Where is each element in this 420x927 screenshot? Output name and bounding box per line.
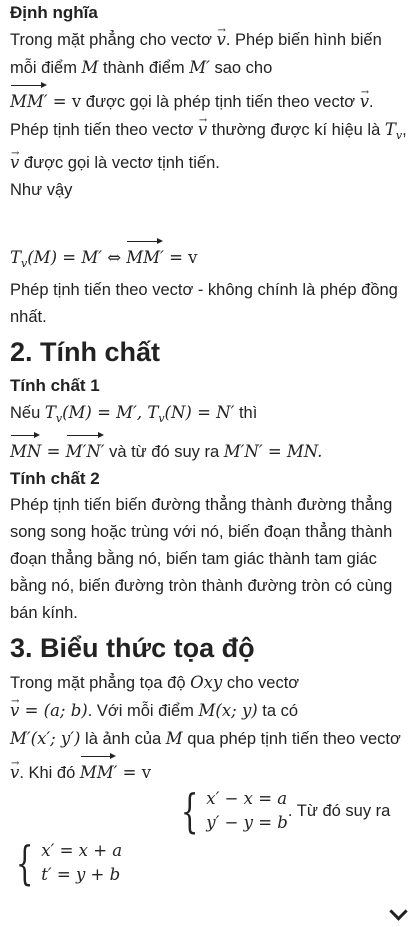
vector-v: → v: [10, 696, 20, 720]
definition-paragraph-2: Phép tịnh tiến theo vectơ → v thường được…: [10, 115, 410, 177]
property-1-heading: Tính chất 1: [10, 376, 100, 395]
vector-MprimeNprime: M′N′: [66, 432, 105, 465]
definition-paragraph-1: Trong mặt phẳng cho vectơ → v. Phép biến …: [10, 25, 410, 116]
vector-v: → v: [10, 148, 20, 172]
property-1-text: Nếu Tv(M) = M′, Tv(N) = N′ thì MN = M′N′…: [10, 399, 410, 466]
translation-formula: Tv(M) = M′ ⇔ MM′ = v: [10, 238, 410, 277]
vector-MMprime: MM′: [10, 82, 48, 115]
property-2-heading: Tính chất 2: [10, 469, 100, 488]
definition-heading: Định nghĩa: [10, 3, 98, 22]
translation-symbol: Tv: [384, 120, 403, 142]
vector-v: → v: [216, 25, 226, 49]
section-2-title: 2. Tính chất: [10, 337, 161, 367]
property-2-text: Phép tịnh tiến biến đường thẳng thành đư…: [10, 496, 393, 622]
vector-v: → v: [10, 758, 20, 782]
system-1-line: { x′ − x = a y′ − y = b . Từ đó suy ra: [10, 787, 410, 835]
system-2-line: { x′ = x + a t′ = y + b: [10, 839, 410, 888]
chevron-down-icon[interactable]: [389, 902, 408, 921]
definition-paragraph-3: Như vậy: [10, 181, 73, 199]
article: Định nghĩa Trong mặt phẳng cho vectơ → v.…: [0, 0, 420, 888]
vector-v: → v: [359, 87, 370, 111]
section-3-title: 3. Biểu thức tọa độ: [10, 633, 255, 663]
definition-paragraph-4: Phép tịnh tiến theo vectơ - không chính …: [10, 281, 398, 326]
vector-MN: MN: [10, 432, 41, 465]
coordinates-paragraph: Trong mặt phẳng tọa độ Oxy cho vectơ → v …: [10, 669, 410, 787]
vector-v: → v: [197, 115, 208, 139]
equation-system-2: { x′ = x + a t′ = y + b: [15, 836, 123, 890]
equation-system-1: { x′ − x = a y′ − y = b: [180, 784, 288, 838]
